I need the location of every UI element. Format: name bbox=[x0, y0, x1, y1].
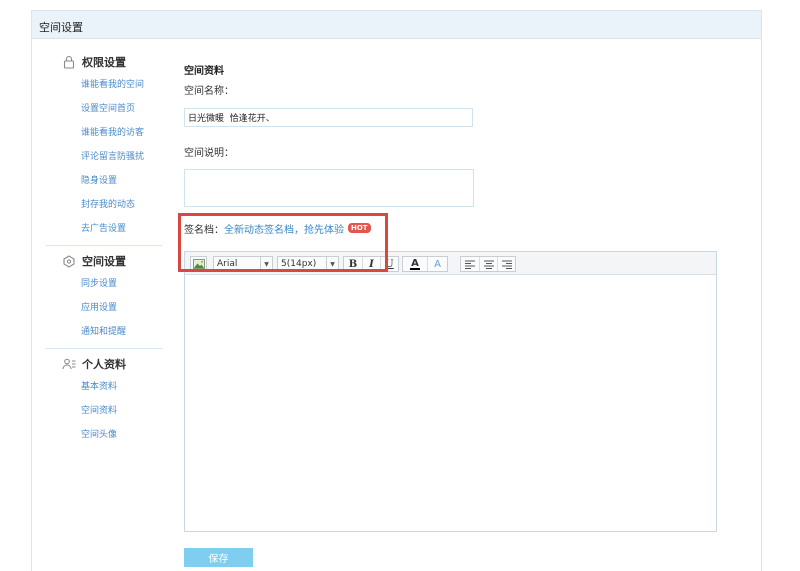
signature-row: 签名档： 全新动态签名档，抢先体验 HOT bbox=[184, 221, 371, 236]
lock-icon bbox=[63, 55, 75, 69]
font-family-select[interactable]: Arial ▼ bbox=[213, 256, 273, 272]
space-description-textarea[interactable] bbox=[184, 169, 474, 207]
chevron-down-icon: ▼ bbox=[260, 257, 272, 271]
sidebar-section-title: 权限设置 bbox=[82, 56, 126, 69]
sidebar-item-anti-harass[interactable]: 评论留言防骚扰 bbox=[46, 145, 162, 169]
font-size-value: 5(14px) bbox=[281, 259, 317, 269]
editor-toolbar: Arial ▼ 5(14px) ▼ B I U A A bbox=[185, 252, 716, 275]
align-left-button[interactable] bbox=[461, 257, 479, 271]
sidebar-item-apps[interactable]: 应用设置 bbox=[46, 296, 162, 320]
panel-header: 空间设置 bbox=[32, 11, 761, 39]
sidebar-section-profile: 个人资料 基本资料 空间资料 空间头像 bbox=[46, 353, 162, 447]
space-icon bbox=[63, 255, 75, 268]
sidebar-item-visitors[interactable]: 谁能看我的访客 bbox=[46, 121, 162, 145]
settings-panel: 空间设置 权限设置 谁能看我的空间 设置空间首页 谁能看我的访客 评论留言防骚扰… bbox=[31, 10, 762, 571]
align-right-button[interactable] bbox=[497, 257, 515, 271]
italic-button[interactable]: I bbox=[362, 257, 380, 271]
sidebar-item-sync[interactable]: 同步设置 bbox=[46, 272, 162, 296]
text-effect-button[interactable]: A bbox=[427, 257, 447, 271]
sidebar-item-notifications[interactable]: 通知和提醒 bbox=[46, 320, 162, 344]
align-center-icon bbox=[483, 260, 494, 269]
sidebar-section-header: 个人资料 bbox=[46, 353, 162, 375]
signature-editor: Arial ▼ 5(14px) ▼ B I U A A bbox=[184, 251, 717, 532]
hot-badge: HOT bbox=[348, 223, 371, 233]
sidebar-section-header: 空间设置 bbox=[46, 250, 162, 272]
font-color-icon: A bbox=[411, 257, 419, 269]
align-left-icon bbox=[465, 260, 475, 269]
sidebar-section-header: 权限设置 bbox=[46, 51, 162, 73]
description-label: 空间说明： bbox=[184, 148, 234, 159]
image-icon bbox=[192, 259, 205, 269]
sidebar-divider bbox=[46, 348, 162, 349]
sidebar: 权限设置 谁能看我的空间 设置空间首页 谁能看我的访客 评论留言防骚扰 隐身设置… bbox=[46, 51, 162, 447]
sidebar-item-invisible[interactable]: 隐身设置 bbox=[46, 169, 162, 193]
sidebar-divider bbox=[46, 245, 162, 246]
alignment-group bbox=[460, 256, 516, 272]
sidebar-item-who-can-view[interactable]: 谁能看我的空间 bbox=[46, 73, 162, 97]
signature-editor-body[interactable] bbox=[185, 276, 716, 531]
page-title: 空间设置 bbox=[39, 21, 83, 34]
align-center-button[interactable] bbox=[479, 257, 497, 271]
font-family-value: Arial bbox=[217, 259, 238, 269]
sidebar-section-permissions: 权限设置 谁能看我的空间 设置空间首页 谁能看我的访客 评论留言防骚扰 隐身设置… bbox=[46, 51, 162, 241]
sidebar-item-basic-profile[interactable]: 基本资料 bbox=[46, 375, 162, 399]
underline-button[interactable]: U bbox=[380, 257, 398, 271]
form-heading: 空间资料 bbox=[184, 66, 224, 77]
signature-label: 签名档： bbox=[184, 224, 224, 236]
color-group: A A bbox=[402, 256, 448, 272]
font-color-button[interactable]: A bbox=[403, 257, 427, 271]
space-name-input[interactable] bbox=[184, 108, 473, 127]
font-size-select[interactable]: 5(14px) ▼ bbox=[277, 256, 339, 272]
chevron-down-icon: ▼ bbox=[326, 257, 338, 271]
user-profile-icon bbox=[62, 358, 76, 370]
sidebar-item-homepage[interactable]: 设置空间首页 bbox=[46, 97, 162, 121]
dynamic-signature-link[interactable]: 全新动态签名档，抢先体验 bbox=[224, 221, 344, 236]
insert-image-button[interactable] bbox=[190, 256, 207, 272]
bold-button[interactable]: B bbox=[344, 257, 362, 271]
name-label: 空间名称： bbox=[184, 86, 234, 97]
sidebar-item-archive-feed[interactable]: 封存我的动态 bbox=[46, 193, 162, 217]
text-style-group: B I U bbox=[343, 256, 399, 272]
sidebar-section-space: 空间设置 同步设置 应用设置 通知和提醒 bbox=[46, 250, 162, 344]
sidebar-section-title: 空间设置 bbox=[82, 255, 126, 268]
font-color-swatch bbox=[410, 267, 420, 270]
sidebar-item-no-ads[interactable]: 去广告设置 bbox=[46, 217, 162, 241]
sidebar-item-avatar[interactable]: 空间头像 bbox=[46, 423, 162, 447]
align-right-icon bbox=[501, 260, 512, 269]
sidebar-item-space-profile[interactable]: 空间资料 bbox=[46, 399, 162, 423]
save-button[interactable]: 保存 bbox=[184, 548, 253, 567]
sidebar-section-title: 个人资料 bbox=[82, 358, 126, 371]
